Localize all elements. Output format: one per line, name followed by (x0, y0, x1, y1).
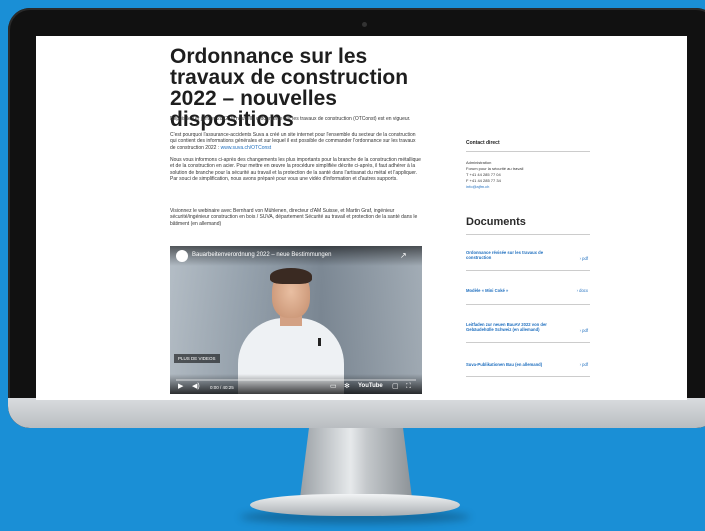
contact-forum: Forum pour la sécurité au travail (466, 166, 524, 171)
contact-phone: T +41 44 285 77 04 (466, 172, 501, 177)
video-title[interactable]: Bauarbeitenverordnung 2022 – neue Bestim… (192, 252, 331, 258)
document-type[interactable]: › pdf (580, 328, 588, 333)
contact-heading: Contact direct (466, 140, 500, 146)
document-name[interactable]: Ordonnance révisée sur les travaux de co… (466, 250, 562, 260)
microphone (318, 338, 321, 346)
youtube-logo[interactable]: YouTube (358, 383, 383, 390)
article: Ordonnance sur les travaux de constructi… (170, 36, 590, 400)
document-divider (466, 376, 590, 377)
subtitles-icon[interactable]: ▭ (330, 383, 337, 390)
monitor-stand (300, 428, 412, 498)
more-videos-button[interactable]: PLUS DE VIDEOS (174, 354, 220, 363)
document-divider (466, 304, 590, 305)
contact-admin: Administration (466, 160, 492, 165)
cast-icon[interactable]: ▢ (392, 383, 399, 390)
article-paragraph-1: Depuis le 1er janvier 2022, la nouvelle … (170, 116, 411, 122)
document-item[interactable]: Ordonnance révisée sur les travaux de co… (466, 250, 590, 261)
fullscreen-icon[interactable]: ⛶ (406, 383, 411, 390)
document-name[interactable]: Suva-Publikationen Bau (en allemand) (466, 362, 562, 367)
share-icon[interactable]: ↗ (400, 251, 407, 260)
video-progress-bar[interactable] (176, 379, 416, 381)
channel-logo-icon[interactable] (176, 250, 188, 262)
video-controls: ▶ ◀) 0:00 / 40:25 ▭ ✻ YouTube ▢ ⛶ (170, 374, 422, 394)
document-item[interactable]: Suva-Publikationen Bau (en allemand) › p… (466, 362, 590, 367)
document-divider (466, 270, 590, 271)
document-item[interactable]: Leitfaden zur neuen BauAV 2022 von der G… (466, 322, 590, 333)
contact-email[interactable]: info@ajfm.ch (466, 184, 489, 189)
article-paragraph-2: C'est pourquoi l'assurance-accidents Suv… (170, 132, 422, 151)
contact-email-link[interactable]: info@ajfm.ch (466, 184, 489, 189)
video-title-bar: Bauarbeitenverordnung 2022 – neue Bestim… (170, 246, 422, 266)
otconst-link[interactable]: www.suva.ch/OTConst (221, 145, 272, 151)
article-paragraph-3: Nous vous informons ci-après des changem… (170, 157, 421, 183)
volume-icon[interactable]: ◀) (192, 383, 200, 390)
video-player[interactable]: Bauarbeitenverordnung 2022 – neue Bestim… (170, 246, 422, 394)
document-name[interactable]: Leitfaden zur neuen BauAV 2022 von der G… (466, 322, 562, 332)
document-item[interactable]: Modèle « Mini Coké » › docx (466, 288, 590, 293)
article-paragraph-4: Visionnez le webinaire avec Bernhard von… (170, 208, 418, 227)
screen: Ordonnance sur les travaux de constructi… (36, 36, 687, 400)
documents-divider (466, 234, 590, 235)
document-type[interactable]: › pdf (580, 362, 588, 367)
documents-heading: Documents (466, 216, 526, 228)
document-type[interactable]: › pdf (580, 256, 588, 261)
monitor-chin (8, 398, 705, 428)
video-time: 0:00 / 40:25 (210, 385, 234, 390)
play-icon[interactable]: ▶ (178, 383, 183, 390)
sidebar: Contact direct Administration Forum pour… (466, 36, 592, 400)
monitor-base (250, 494, 460, 516)
camera-dot (362, 22, 367, 27)
article-paragraph-2-text: C'est pourquoi l'assurance-accidents Suv… (170, 132, 416, 151)
contact-fax: F +41 44 285 77 34 (466, 178, 501, 183)
document-type[interactable]: › docx (577, 288, 588, 293)
document-name[interactable]: Modèle « Mini Coké » (466, 288, 562, 293)
document-divider (466, 342, 590, 343)
speaker-hair (270, 268, 312, 284)
sidebar-divider (466, 151, 590, 152)
settings-gear-icon[interactable]: ✻ (344, 383, 350, 390)
